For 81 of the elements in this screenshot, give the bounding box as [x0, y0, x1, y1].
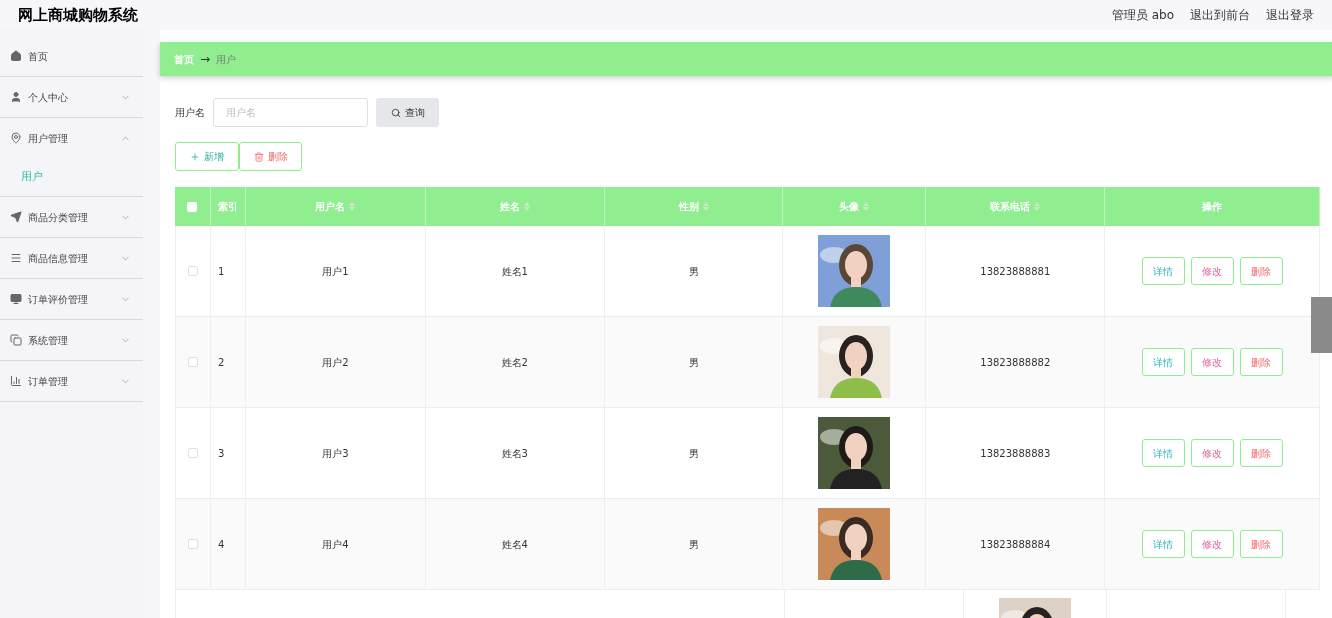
column-header: 操作 [1202, 200, 1223, 214]
sort-icon[interactable] [523, 202, 530, 211]
app-title: 网上商城购物系统 [18, 4, 138, 26]
list-icon [10, 252, 22, 264]
row-checkbox[interactable] [188, 266, 198, 276]
sidebar-item[interactable]: 系统管理 [0, 320, 143, 360]
send-icon [10, 211, 22, 223]
table-cell-text: 1 [217, 264, 225, 279]
row-checkbox[interactable] [188, 539, 198, 549]
table-cell-text: 用户2 [322, 355, 349, 370]
table-cell-text: 姓名3 [501, 446, 528, 461]
table-cell-text: 3 [217, 446, 225, 461]
row-action-button[interactable]: 删除 [1239, 439, 1283, 467]
table-cell-text: 男 [688, 264, 699, 279]
sidebar-item[interactable]: 个人中心 [0, 77, 143, 117]
sidebar-item[interactable]: 首页 [0, 36, 143, 76]
scrollbar-thumb[interactable] [1311, 297, 1332, 353]
row-action-button[interactable]: 详情 [1141, 257, 1185, 285]
column-header: 联系电话 [990, 200, 1031, 214]
sidebar-item[interactable]: 用户管理 [0, 118, 143, 158]
add-button[interactable]: 新增 [175, 142, 239, 171]
row-action-button[interactable]: 修改 [1190, 530, 1234, 558]
row-checkbox[interactable] [188, 448, 198, 458]
column-header: 姓名 [499, 200, 520, 214]
table-cell-text: 4 [217, 537, 225, 552]
monitor-icon [10, 293, 22, 305]
search-icon [390, 107, 401, 118]
table-cell-text: 用户3 [322, 446, 349, 461]
sidebar-item[interactable]: 订单管理 [0, 361, 143, 401]
table-cell-text: 姓名1 [501, 264, 528, 279]
row-action-button[interactable]: 详情 [1141, 348, 1185, 376]
row-action-button[interactable]: 删除 [1239, 348, 1283, 376]
table-cell-text: 13823888884 [980, 537, 1051, 552]
table-cell-text: 姓名4 [501, 537, 528, 552]
breadcrumb-current: 用户 [216, 52, 237, 67]
home-icon [10, 50, 22, 62]
row-action-button[interactable]: 详情 [1141, 530, 1185, 558]
trash-icon [253, 151, 264, 162]
table-cell-text: 姓名2 [501, 355, 528, 370]
breadcrumb-arrow: → [200, 51, 211, 68]
bar-chart-icon [10, 375, 22, 387]
sort-icon[interactable] [1034, 202, 1041, 211]
sidebar-item[interactable]: 商品分类管理 [0, 197, 143, 237]
row-action-button[interactable]: 修改 [1190, 257, 1234, 285]
submenu-item[interactable]: 用户 [0, 158, 143, 196]
column-header: 头像 [839, 200, 860, 214]
copy-icon [10, 334, 22, 346]
search-label: 用户名 [175, 106, 205, 120]
sort-icon[interactable] [863, 202, 870, 211]
row-checkbox[interactable] [188, 357, 198, 367]
sidebar-item[interactable]: 商品信息管理 [0, 238, 143, 278]
table-cell-text: 用户4 [322, 537, 349, 552]
table-cell-text: 13823888881 [980, 264, 1051, 279]
table-cell-text: 13823888882 [980, 355, 1051, 370]
header-link[interactable]: 退出登录 [1266, 6, 1314, 24]
row-action-button[interactable]: 修改 [1190, 439, 1234, 467]
sort-icon[interactable] [349, 202, 356, 211]
admin-label: 管理员 abo [1111, 7, 1174, 24]
row-action-button[interactable]: 删除 [1239, 530, 1283, 558]
header-link[interactable]: 退出到前台 [1190, 6, 1250, 24]
delete-button[interactable]: 删除 [239, 142, 302, 171]
sort-icon[interactable] [702, 202, 709, 211]
user-icon [10, 91, 22, 103]
column-header: 索引 [217, 200, 238, 214]
search-field[interactable]: 用户名 [213, 98, 368, 127]
table-cell-text: 13823888883 [980, 446, 1051, 461]
table-cell-text: 用户1 [322, 264, 349, 279]
column-header: 性别 [678, 200, 699, 214]
search-button[interactable]: 查询 [376, 98, 439, 127]
table-cell-text: 2 [217, 355, 225, 370]
row-action-button[interactable]: 删除 [1239, 257, 1283, 285]
select-all-checkbox[interactable] [187, 201, 198, 212]
table-cell-text: 男 [688, 537, 699, 552]
table-cell-text: 男 [688, 446, 699, 461]
column-header: 用户名 [315, 200, 346, 214]
table-cell-text: 男 [688, 355, 699, 370]
row-action-button[interactable]: 修改 [1190, 348, 1234, 376]
plus-icon [190, 151, 200, 162]
pin-icon [10, 132, 22, 144]
sidebar-item[interactable]: 订单评价管理 [0, 279, 143, 319]
row-action-button[interactable]: 详情 [1141, 439, 1185, 467]
